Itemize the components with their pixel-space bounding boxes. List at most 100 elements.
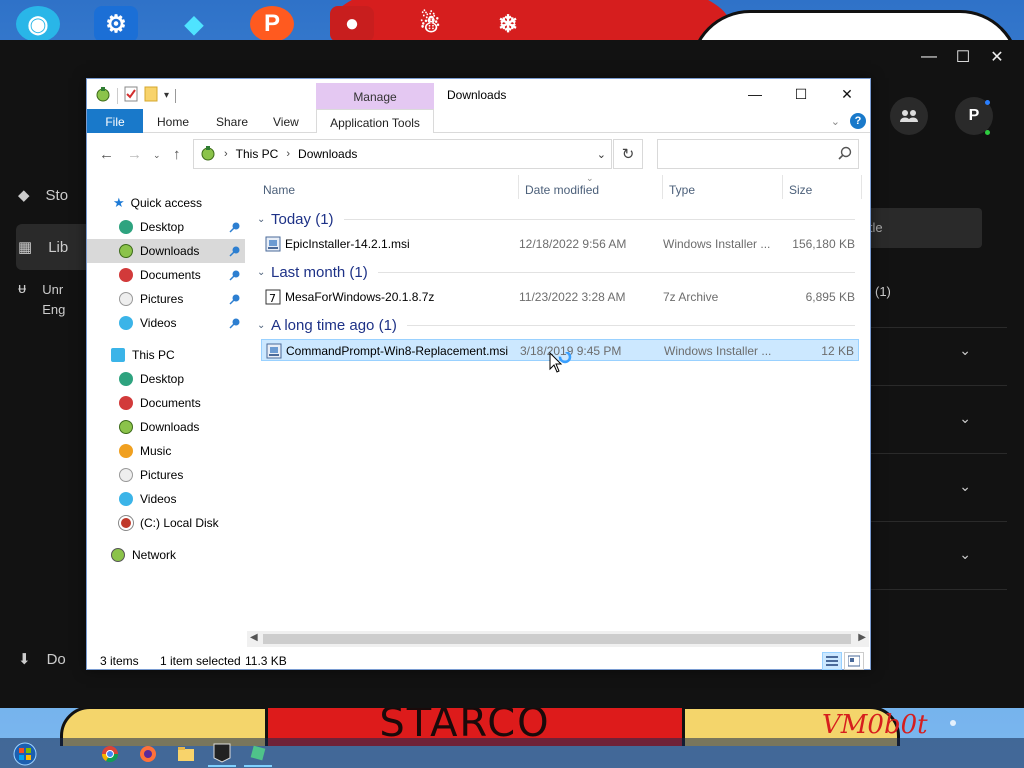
nav-pc-downloads[interactable]: Downloads xyxy=(87,415,245,439)
santa-icon[interactable]: ❄ xyxy=(486,6,530,42)
nav-pc-pictures[interactable]: Pictures xyxy=(87,463,245,487)
tab-home[interactable]: Home xyxy=(157,109,189,133)
up-arrow-icon[interactable]: ↑ xyxy=(173,146,181,163)
group-header-long-ago[interactable]: ⌄ A long time ago (1) xyxy=(253,314,861,336)
address-dropdown-icon[interactable]: ⌄ xyxy=(597,148,606,161)
p-icon[interactable]: P xyxy=(250,6,294,42)
app-icon[interactable]: ◉ xyxy=(16,6,60,42)
column-header-name[interactable]: Name xyxy=(263,183,295,197)
diamond-icon[interactable]: ◆ xyxy=(172,6,216,42)
scroll-right-icon[interactable]: ▶ xyxy=(858,632,866,643)
search-input[interactable] xyxy=(657,139,859,169)
nav-quick-videos[interactable]: Videos xyxy=(87,311,245,335)
app-icon[interactable] xyxy=(244,741,272,767)
maximize-icon[interactable]: ☐ xyxy=(946,46,980,68)
filter-row[interactable]: ⌄ xyxy=(871,522,1007,590)
forward-arrow-icon[interactable]: → xyxy=(127,146,142,163)
epic-icon[interactable] xyxy=(208,741,236,767)
file-list: Name Date modified ⌄ Type Size ⌄ Today (… xyxy=(253,173,863,651)
chrome-icon[interactable] xyxy=(96,741,124,767)
collapse-chevron-icon[interactable]: ⌄ xyxy=(257,320,271,331)
filter-row[interactable]: ⌄ xyxy=(871,386,1007,454)
nav-network[interactable]: Network xyxy=(87,543,245,567)
help-icon[interactable]: ? xyxy=(850,113,866,129)
breadcrumb-downloads[interactable]: Downloads xyxy=(298,147,357,161)
nav-pc-documents[interactable]: Documents xyxy=(87,391,245,415)
nav-pc-videos[interactable]: Videos xyxy=(87,487,245,511)
pin-icon[interactable] xyxy=(229,317,241,332)
nav-quick-access[interactable]: ★ Quick access xyxy=(87,191,245,215)
explorer-app-icon[interactable] xyxy=(95,86,111,105)
column-divider[interactable] xyxy=(662,175,663,199)
column-divider[interactable] xyxy=(782,175,783,199)
nav-pc-local-disk[interactable]: (C:) Local Disk xyxy=(87,511,245,535)
minimize-button[interactable]: — xyxy=(732,79,778,109)
nav-pc-desktop[interactable]: Desktop xyxy=(87,367,245,391)
refresh-button[interactable]: ↻ xyxy=(613,139,643,169)
nav-quick-desktop[interactable]: Desktop xyxy=(87,215,245,239)
nav-this-pc[interactable]: This PC xyxy=(87,343,245,367)
collapse-chevron-icon[interactable]: ⌄ xyxy=(257,267,271,278)
nav-quick-pictures[interactable]: Pictures xyxy=(87,287,245,311)
horizontal-scrollbar[interactable]: ◀ ▶ xyxy=(247,631,869,647)
expand-ribbon-icon[interactable]: ⌄ xyxy=(831,115,840,128)
pin-icon[interactable] xyxy=(229,221,241,236)
pin-icon[interactable] xyxy=(229,245,241,260)
maximize-button[interactable]: ☐ xyxy=(778,79,824,109)
gear-icon[interactable]: ⚙ xyxy=(94,6,138,42)
start-icon[interactable] xyxy=(8,741,42,767)
group-divider xyxy=(406,324,855,326)
recent-locations-icon[interactable]: ⌄ xyxy=(153,150,161,161)
tab-share[interactable]: Share xyxy=(216,109,248,133)
launcher-nav-store[interactable]: ◆ Sto xyxy=(18,186,68,205)
tab-view[interactable]: View xyxy=(273,109,299,133)
filter-row[interactable]: ⌄ xyxy=(871,454,1007,522)
msi-installer-icon xyxy=(265,236,281,255)
filter-row[interactable]: ⌄ xyxy=(871,318,1007,386)
breadcrumb-separator[interactable]: › xyxy=(224,148,228,160)
launcher-nav-downloads[interactable]: ⬇ Do xyxy=(18,650,66,669)
scroll-left-icon[interactable]: ◀ xyxy=(250,632,258,643)
collapse-chevron-icon[interactable]: ⌄ xyxy=(257,214,271,225)
documents-icon xyxy=(119,268,133,282)
back-arrow-icon[interactable]: ← xyxy=(99,146,114,163)
breadcrumb-separator[interactable]: › xyxy=(286,148,290,160)
large-icons-view-icon[interactable] xyxy=(844,652,864,670)
group-header-last-month[interactable]: ⌄ Last month (1) xyxy=(253,261,861,283)
pin-icon[interactable] xyxy=(229,269,241,284)
file-row[interactable]: 7 MesaForWindows-20.1.8.7z 11/23/2022 3:… xyxy=(261,286,859,308)
breadcrumb-this-pc[interactable]: This PC xyxy=(236,147,279,161)
friends-icon[interactable] xyxy=(890,97,928,135)
scrollbar-thumb[interactable] xyxy=(263,634,851,644)
close-button[interactable]: ✕ xyxy=(824,79,870,109)
pin-icon[interactable] xyxy=(229,293,241,308)
filter-input[interactable]: itle xyxy=(862,208,982,248)
customize-qat-icon[interactable]: ▾ xyxy=(164,90,169,101)
launcher-nav-library-label[interactable]: ▦ Lib xyxy=(18,238,68,257)
column-header-type[interactable]: Type xyxy=(669,183,695,197)
folder-icon[interactable] xyxy=(172,741,200,767)
nav-quick-documents[interactable]: Documents xyxy=(87,263,245,287)
minimize-icon[interactable]: — xyxy=(912,46,946,68)
search-icon[interactable] xyxy=(838,146,852,163)
new-folder-icon[interactable] xyxy=(144,86,158,105)
properties-icon[interactable] xyxy=(124,86,138,105)
address-bar[interactable]: › This PC › Downloads ⌄ xyxy=(193,139,612,169)
column-header-size[interactable]: Size xyxy=(789,183,812,197)
nav-quick-downloads[interactable]: Downloads xyxy=(87,239,245,263)
file-row[interactable]: EpicInstaller-14.2.1.msi 12/18/2022 9:56… xyxy=(261,233,859,255)
details-view-icon[interactable] xyxy=(822,652,842,670)
tab-file[interactable]: File xyxy=(87,109,143,133)
column-divider[interactable] xyxy=(518,175,519,199)
tab-application-tools[interactable]: Application Tools xyxy=(316,109,434,133)
angry-bird-icon[interactable]: ● xyxy=(330,6,374,42)
firefox-icon[interactable] xyxy=(134,741,162,767)
nav-pc-music[interactable]: Music xyxy=(87,439,245,463)
column-divider[interactable] xyxy=(861,175,862,199)
snowman-icon[interactable]: ☃ xyxy=(408,6,452,42)
tab-manage[interactable]: Manage xyxy=(316,83,434,109)
group-header-today[interactable]: ⌄ Today (1) xyxy=(253,208,861,230)
close-icon[interactable]: ✕ xyxy=(980,46,1014,68)
launcher-nav-unreal[interactable]: ᵾ Unr Eng xyxy=(18,280,65,320)
column-header-date[interactable]: Date modified xyxy=(525,183,599,197)
